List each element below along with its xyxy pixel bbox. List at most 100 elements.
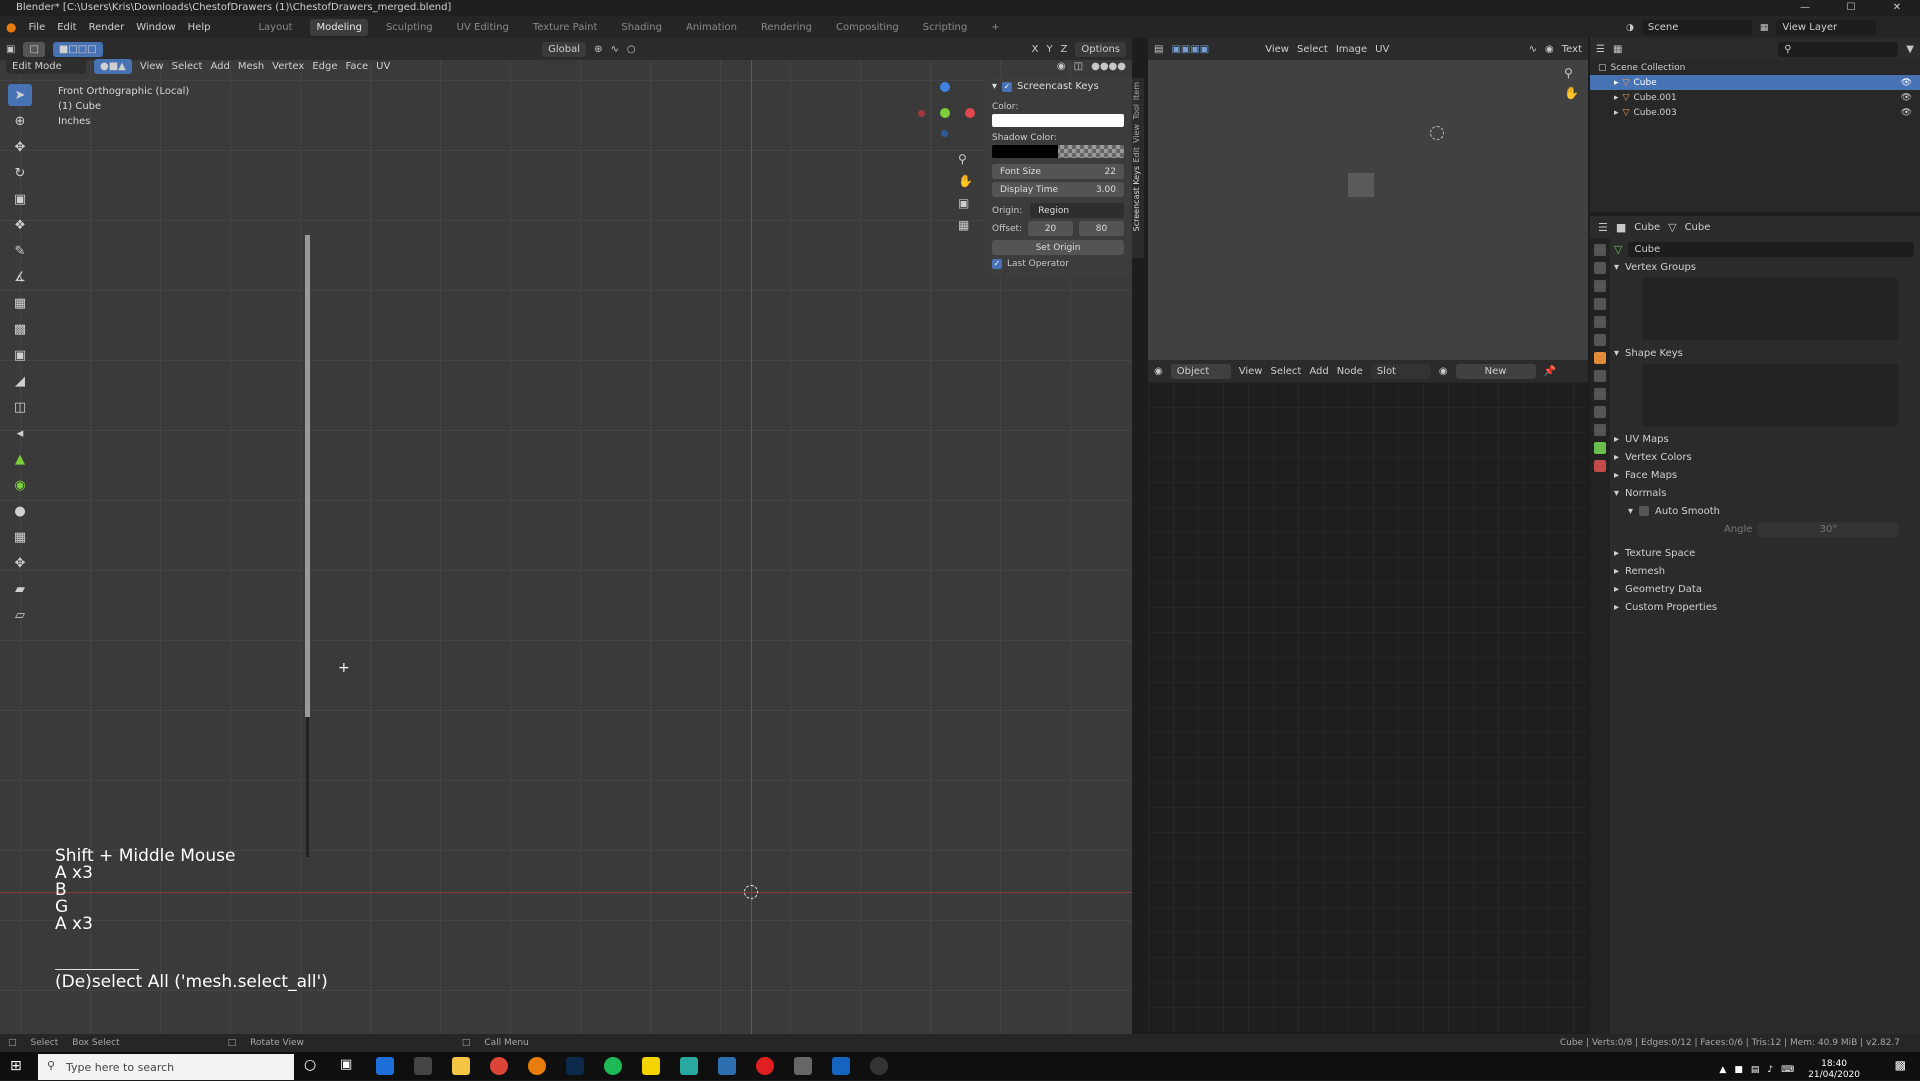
pan-hand-icon[interactable]: ✋	[958, 174, 973, 188]
add-cube-tool[interactable]: ▦	[8, 292, 32, 314]
scale-tool[interactable]: ▣	[8, 188, 32, 210]
mesh-edge[interactable]	[306, 717, 309, 857]
tab-item[interactable]: Item	[1132, 82, 1141, 100]
menu-edit[interactable]: Edit	[57, 22, 76, 33]
editor-type-icon[interactable]: ▣	[6, 44, 15, 55]
select-mode-buttons[interactable]: ■□□□	[52, 41, 103, 57]
scene-selector[interactable]: Scene	[1641, 20, 1752, 35]
last-operator-checkbox[interactable]: ✓	[992, 259, 1002, 269]
maximize-icon[interactable]: ☐	[1828, 0, 1874, 16]
gizmo-x-icon[interactable]	[965, 108, 975, 118]
shape-keys-list[interactable]	[1642, 364, 1898, 426]
sticky-notes-icon[interactable]	[642, 1057, 660, 1075]
header-menu-add[interactable]: Add	[210, 61, 229, 72]
gizmo-neg-x-icon[interactable]	[918, 110, 925, 117]
notifications-icon[interactable]: ▩	[1895, 1058, 1906, 1072]
spin-tool[interactable]: ◉	[8, 474, 32, 496]
display-time-field[interactable]: Display Time 3.00	[992, 182, 1124, 197]
clock-time[interactable]: 18:40	[1808, 1059, 1860, 1070]
app-icon-10[interactable]	[718, 1057, 736, 1075]
constraints-tab-icon[interactable]	[1594, 424, 1606, 436]
add-workspace-button[interactable]: +	[985, 19, 1005, 36]
task-view-icon[interactable]: ▣	[340, 1057, 352, 1072]
xray-icon[interactable]: ◫	[1074, 61, 1083, 72]
bevel-tool[interactable]: ◢	[8, 370, 32, 392]
outliner-item-cube[interactable]: ▸ ▽ Cube 👁	[1590, 75, 1920, 90]
uv-zoom-icon[interactable]: ⚲	[1564, 66, 1573, 80]
shrink-fatten-tool[interactable]: ✥	[8, 552, 32, 574]
enable-checkbox[interactable]: ✓	[1002, 81, 1013, 92]
offset-y-field[interactable]: 80	[1079, 221, 1125, 236]
header-menu-view[interactable]: View	[140, 61, 164, 72]
text-editor-tab[interactable]: Text	[1562, 44, 1582, 55]
tab-layout[interactable]: Layout	[252, 19, 298, 36]
tab-scripting[interactable]: Scripting	[917, 19, 973, 36]
app-icon-2[interactable]	[414, 1057, 432, 1075]
select-box-tool[interactable]: ➤	[8, 84, 32, 106]
image-editor-mode-icons[interactable]: ▣▣▣▣	[1171, 44, 1209, 55]
app-icon-14[interactable]	[870, 1057, 888, 1075]
image-editor-type-icon[interactable]: ▤	[1154, 44, 1163, 55]
material-icon[interactable]: ◉	[1439, 366, 1448, 377]
tab-uv-editing[interactable]: UV Editing	[451, 19, 515, 36]
set-origin-button[interactable]: Set Origin	[992, 240, 1124, 255]
panel-shape-keys[interactable]: ▾ Shape Keys	[1614, 344, 1914, 362]
snap-icon[interactable]: ∿	[610, 44, 618, 55]
tab-animation[interactable]: Animation	[680, 19, 743, 36]
node-menu-view[interactable]: View	[1239, 366, 1263, 377]
origin-dropdown[interactable]: Region	[1030, 203, 1124, 218]
offset-x-field[interactable]: 20	[1028, 221, 1074, 236]
options-dropdown[interactable]: Options	[1075, 41, 1126, 57]
minimize-icon[interactable]: —	[1782, 0, 1828, 16]
mirror-axis-x[interactable]: X	[1032, 44, 1039, 55]
particles-tab-icon[interactable]	[1594, 388, 1606, 400]
panel-custom-properties[interactable]: ▸ Custom Properties	[1614, 598, 1914, 616]
outliner-type-icon[interactable]: ☰	[1596, 44, 1605, 55]
panel-vertex-groups[interactable]: ▾ Vertex Groups	[1614, 258, 1914, 276]
keyboard-icon[interactable]: ⌨	[1781, 1065, 1794, 1075]
shear-tool[interactable]: ▰	[8, 578, 32, 600]
image-menu-uv[interactable]: UV	[1375, 44, 1389, 55]
blender-icon[interactable]	[528, 1057, 546, 1075]
world-tab-icon[interactable]	[1594, 334, 1606, 346]
vertex-groups-list[interactable]	[1642, 278, 1898, 340]
app-icon-9[interactable]	[680, 1057, 698, 1075]
close-icon[interactable]: ✕	[1874, 0, 1920, 16]
font-size-field[interactable]: Font Size 22	[992, 164, 1124, 179]
windows-start-icon[interactable]: ⊞	[10, 1058, 22, 1074]
smooth-tool[interactable]: ●	[8, 500, 32, 522]
tab-shading[interactable]: Shading	[615, 19, 668, 36]
vertex-edge-face-mode[interactable]: ●■▲	[94, 58, 132, 74]
outliner-item-cube-001[interactable]: ▸ ▽ Cube.001 👁	[1590, 90, 1920, 105]
proportional-icon[interactable]: ○	[627, 44, 636, 55]
header-menu-select[interactable]: Select	[172, 61, 203, 72]
select-tool-button[interactable]: □	[23, 41, 45, 57]
material-tab-icon[interactable]	[1594, 460, 1606, 472]
rotate-tool[interactable]: ↻	[8, 162, 32, 184]
expand-icon[interactable]: ▸	[1614, 93, 1619, 103]
node-menu-node[interactable]: Node	[1337, 366, 1363, 377]
render-tab-icon[interactable]	[1594, 262, 1606, 274]
orientation-dropdown[interactable]: Global	[542, 41, 587, 57]
tab-tool[interactable]: Tool	[1132, 104, 1141, 120]
uv-snap-icon[interactable]: ◉	[1545, 44, 1554, 55]
filter-icon[interactable]: ▼	[1906, 44, 1914, 55]
shadow-color-swatch[interactable]	[992, 145, 1124, 158]
scene-collection-row[interactable]: ▢ Scene Collection	[1590, 60, 1920, 75]
panel-normals[interactable]: ▾ Normals	[1614, 484, 1914, 502]
panel-texture-space[interactable]: ▸ Texture Space	[1614, 544, 1914, 562]
gizmo-z-icon[interactable]	[940, 82, 950, 92]
camera-icon[interactable]: ▣	[958, 196, 973, 210]
menu-window[interactable]: Window	[136, 22, 175, 33]
tab-modeling[interactable]: Modeling	[310, 18, 368, 36]
display-mode-icon[interactable]: ▦	[1613, 44, 1622, 55]
app-icon-11[interactable]	[756, 1057, 774, 1075]
tab-edit[interactable]: Edit	[1132, 147, 1141, 163]
expand-icon[interactable]: ▸	[1614, 108, 1619, 118]
mirror-axis-z[interactable]: Z	[1061, 44, 1068, 55]
visibility-eye-icon[interactable]: 👁	[1901, 108, 1912, 118]
color-swatch[interactable]	[992, 114, 1124, 127]
view-layer-selector[interactable]: View Layer	[1776, 20, 1877, 35]
loop-cut-tool[interactable]: ◫	[8, 396, 32, 418]
file-explorer-icon[interactable]	[452, 1057, 470, 1075]
